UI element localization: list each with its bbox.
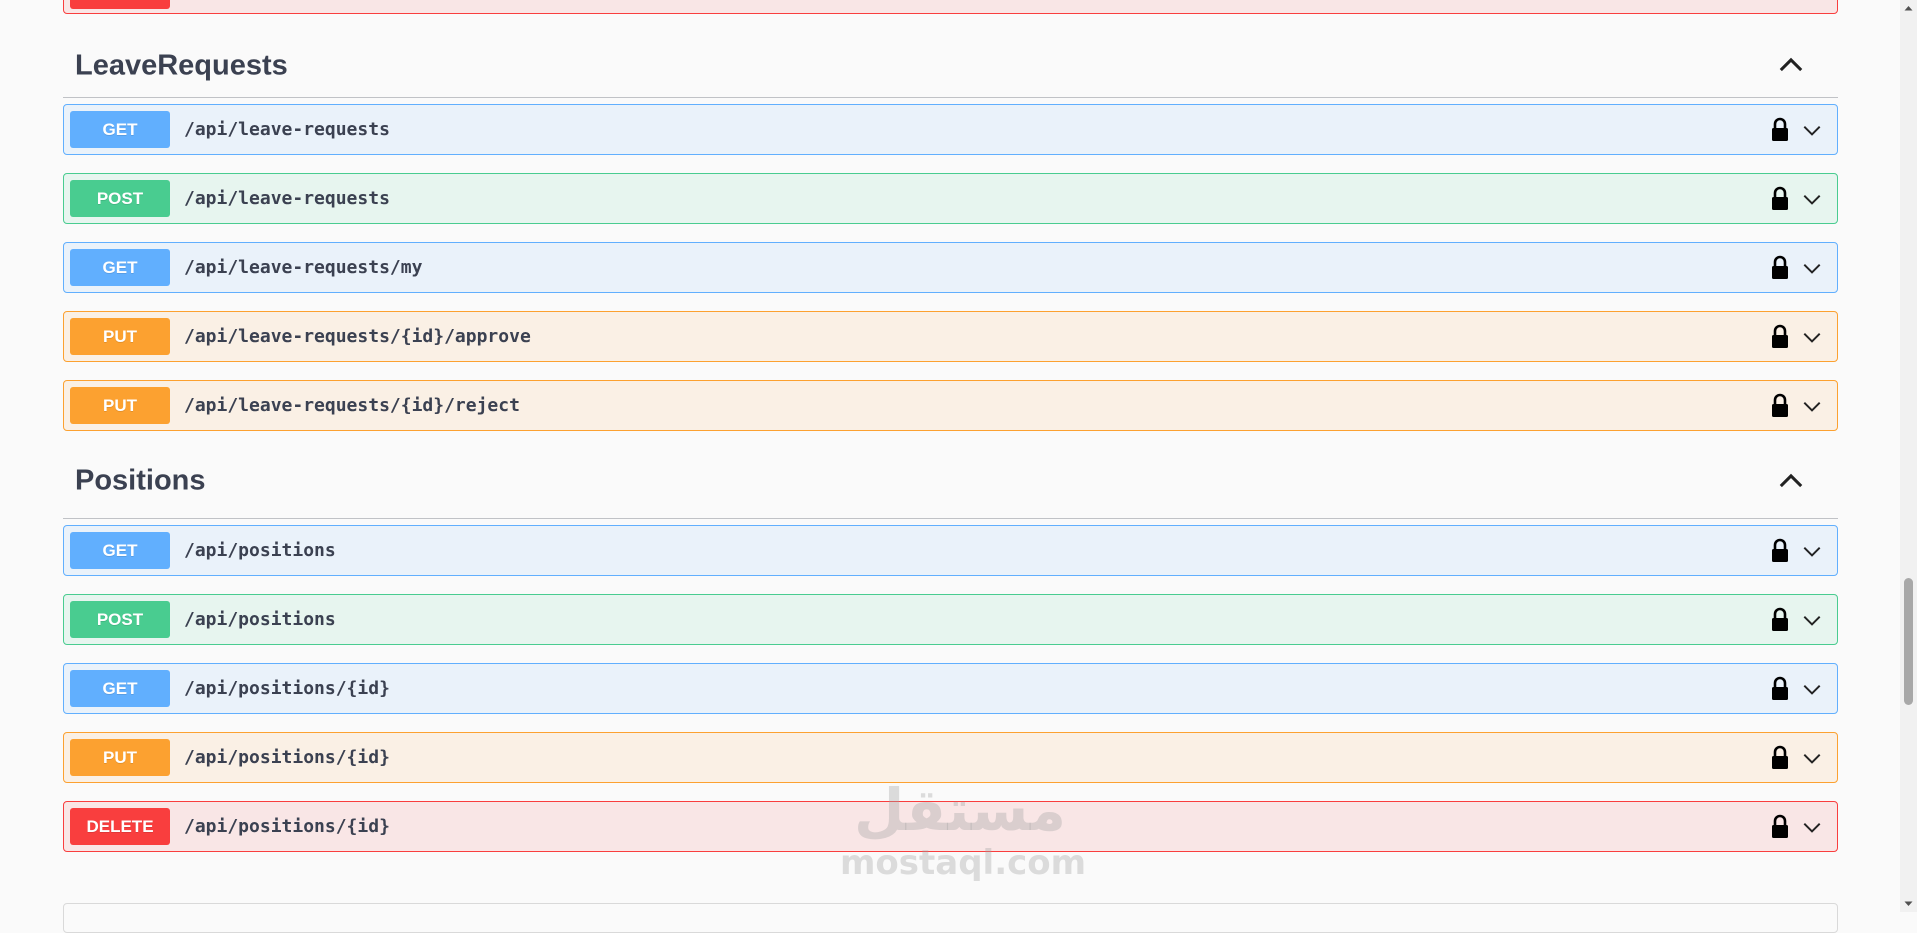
lock-icon[interactable] xyxy=(1770,814,1790,839)
tag-section-positions: Positions GET/api/positions POST/api/posi… xyxy=(63,438,1838,852)
tag-title: LeaveRequests xyxy=(75,49,288,82)
chevron-down-icon[interactable] xyxy=(1801,816,1823,838)
chevron-down-icon[interactable] xyxy=(1801,747,1823,769)
chevron-down-icon[interactable] xyxy=(1801,257,1823,279)
method-badge: GET xyxy=(70,532,170,569)
method-badge: POST xyxy=(70,601,170,638)
operation-path[interactable]: /api/positions/{id} xyxy=(184,733,390,782)
lock-icon[interactable] xyxy=(1770,745,1790,770)
method-badge: PUT xyxy=(70,739,170,776)
method-badge: GET xyxy=(70,249,170,286)
operation-row[interactable]: GET/api/positions/{id} xyxy=(63,663,1838,714)
operation-path[interactable]: /api/leave-requests/{id}/approve xyxy=(184,312,531,361)
operation-path[interactable]: /api/positions/{id} xyxy=(184,802,390,851)
chevron-down-icon[interactable] xyxy=(1801,609,1823,631)
tag-header[interactable]: LeaveRequests xyxy=(63,0,1838,98)
lock-icon[interactable] xyxy=(1770,393,1790,418)
chevron-down-icon[interactable] xyxy=(1801,326,1823,348)
lock-icon[interactable] xyxy=(1770,255,1790,280)
method-badge: PUT xyxy=(70,318,170,355)
lock-icon[interactable] xyxy=(1770,676,1790,701)
scrollbar-thumb[interactable] xyxy=(1904,578,1913,705)
scroll-up-arrow-icon[interactable] xyxy=(1900,0,1917,17)
method-badge: PUT xyxy=(70,387,170,424)
chevron-down-icon[interactable] xyxy=(1801,395,1823,417)
operation-path[interactable]: /api/leave-requests xyxy=(184,174,390,223)
operation-row[interactable]: GET/api/leave-requests xyxy=(63,104,1838,155)
tag-title: Positions xyxy=(75,464,206,497)
chevron-down-icon[interactable] xyxy=(1801,540,1823,562)
operation-path[interactable]: /api/positions/{id} xyxy=(184,664,390,713)
tag-header[interactable]: Positions xyxy=(63,420,1838,519)
operation-path[interactable]: /api/leave-requests xyxy=(184,105,390,154)
chevron-down-icon[interactable] xyxy=(1801,678,1823,700)
operation-row[interactable]: POST/api/leave-requests xyxy=(63,173,1838,224)
operation-row[interactable]: DELETE/api/positions/{id} xyxy=(63,801,1838,852)
scroll-down-arrow-icon[interactable] xyxy=(1900,895,1917,912)
chevron-down-icon[interactable] xyxy=(1801,119,1823,141)
operation-row[interactable]: GET/api/leave-requests/my xyxy=(63,242,1838,293)
lock-icon[interactable] xyxy=(1770,324,1790,349)
method-badge: GET xyxy=(70,111,170,148)
operation-row[interactable]: PUT/api/positions/{id} xyxy=(63,732,1838,783)
vertical-scrollbar[interactable] xyxy=(1900,0,1917,912)
lock-icon[interactable] xyxy=(1770,117,1790,142)
operation-path[interactable]: /api/positions xyxy=(184,595,336,644)
chevron-up-icon[interactable] xyxy=(1774,464,1808,498)
operation-path[interactable]: /api/leave-requests/my xyxy=(184,243,422,292)
operation-path[interactable]: /api/positions xyxy=(184,526,336,575)
lock-icon[interactable] xyxy=(1770,607,1790,632)
method-badge: GET xyxy=(70,670,170,707)
method-badge: POST xyxy=(70,180,170,217)
lock-icon[interactable] xyxy=(1770,186,1790,211)
operation-row[interactable]: PUT/api/leave-requests/{id}/approve xyxy=(63,311,1838,362)
method-badge: DELETE xyxy=(70,808,170,845)
chevron-up-icon[interactable] xyxy=(1774,48,1808,82)
operation-row[interactable]: POST/api/positions xyxy=(63,594,1838,645)
lock-icon[interactable] xyxy=(1770,538,1790,563)
chevron-down-icon[interactable] xyxy=(1801,188,1823,210)
next-section-partial xyxy=(63,903,1838,933)
operation-row[interactable]: GET/api/positions xyxy=(63,525,1838,576)
tag-section-leaverequests: LeaveRequests GET/api/leave-requests POST… xyxy=(63,18,1838,431)
